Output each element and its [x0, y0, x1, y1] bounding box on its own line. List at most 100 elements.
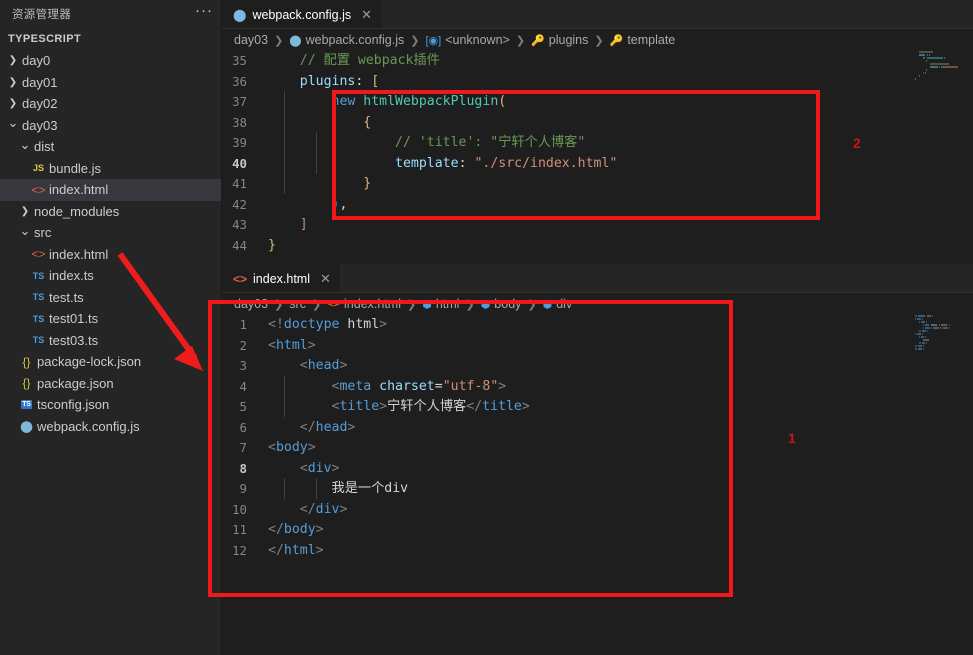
minimap-line	[911, 318, 973, 320]
code-line[interactable]: 42 ),	[222, 195, 973, 216]
code-line[interactable]: 3 <head>	[222, 356, 973, 377]
tree-item-node-modules[interactable]: ❯ node_modules	[0, 201, 221, 223]
code-token: >	[339, 358, 348, 373]
minimap-line	[911, 78, 973, 80]
code-token: <!	[268, 317, 284, 332]
minimap-line	[911, 324, 973, 326]
tree-item-index-html[interactable]: <> index.html	[0, 244, 221, 266]
code-line[interactable]: 2 <html>	[222, 336, 973, 357]
code-line[interactable]: 36 plugins: [	[222, 72, 973, 93]
workspace-section-title[interactable]: TYPESCRIPT	[0, 28, 221, 50]
minimap-segment	[924, 72, 926, 74]
code-line[interactable]: 1 <!doctype html>	[222, 315, 973, 336]
minimap-line	[911, 51, 973, 53]
code-line[interactable]: 37 new htmlWebpackPlugin(	[222, 91, 973, 113]
code-line[interactable]: 10 </div>	[222, 500, 973, 521]
tree-item-day03[interactable]: ⌄ day03	[0, 115, 221, 137]
breadcrumb-item[interactable]: day03	[234, 297, 268, 311]
breadcrumb-item[interactable]: ⬤ webpack.config.js	[289, 33, 404, 47]
breadcrumb-item[interactable]: 🔑 plugins	[531, 33, 588, 47]
breadcrumb-item[interactable]: [◉] <unknown>	[425, 33, 509, 47]
minimap-top[interactable]	[911, 51, 973, 261]
tree-item-dist[interactable]: ⌄ dist	[0, 136, 221, 158]
tree-item-test03-ts[interactable]: TS test03.ts	[0, 330, 221, 352]
tree-item-label: day02	[22, 96, 58, 112]
tree-item-index-ts[interactable]: TS index.ts	[0, 265, 221, 287]
code-line[interactable]: 35 // 配置 webpack插件	[222, 51, 973, 72]
breadcrumb-item[interactable]: <> index.html	[327, 297, 401, 311]
code-token: body	[275, 440, 308, 455]
code-line[interactable]: 6 </head>	[222, 418, 973, 439]
code-content-index-html[interactable]: 1 <!doctype html> 2 <html> 3 <head> 4 <meta c…	[222, 315, 973, 561]
breadcrumb-item[interactable]: src	[289, 297, 306, 311]
minimap-line	[911, 339, 973, 341]
code-token: ,	[339, 196, 348, 212]
close-icon[interactable]: ✕	[320, 271, 331, 287]
code-line[interactable]: 38 {	[222, 111, 973, 134]
tree-item-tsconfig-json[interactable]: TS tsconfig.json	[0, 394, 221, 416]
tree-item-src[interactable]: ⌄ src	[0, 222, 221, 244]
line-number: 43	[232, 217, 247, 232]
tab-index-html[interactable]: <> index.html ✕	[222, 264, 340, 293]
tree-item-index-html[interactable]: <> index.html	[0, 179, 221, 201]
more-actions-icon[interactable]: ···	[195, 3, 213, 21]
minimap-bottom[interactable]	[911, 315, 973, 615]
editor-bottom-code-region[interactable]: 1 <!doctype html> 2 <html> 3 <head> 4 <meta c…	[222, 315, 973, 655]
tree-item-label: day01	[22, 74, 58, 90]
ts-file-icon: TS	[32, 270, 45, 281]
close-icon[interactable]: ✕	[361, 7, 372, 23]
code-line[interactable]: 44}	[222, 236, 973, 257]
code-line[interactable]: 43 ]	[222, 215, 973, 236]
tree-item-test01-ts[interactable]: TS test01.ts	[0, 308, 221, 330]
code-token: </	[268, 542, 284, 558]
breadcrumb-item[interactable]: 🔑 template	[610, 33, 676, 47]
minimap-segment	[928, 54, 930, 56]
code-line[interactable]: 40 template: "./src/index.html"	[222, 152, 973, 175]
line-number: 42	[232, 196, 247, 212]
ts-file-icon: TS	[32, 292, 45, 303]
code-line[interactable]: 4 <meta charset="utf-8">	[222, 375, 973, 398]
tree-item-bundle-js[interactable]: JS bundle.js	[0, 158, 221, 180]
editor-top-code-region[interactable]: 35 // 配置 webpack插件 36 plugins: [37 new ht…	[222, 51, 973, 261]
code-line[interactable]: 8 <div>	[222, 459, 973, 480]
tab-webpack-config-js[interactable]: ⬤ webpack.config.js ✕	[222, 0, 382, 29]
minimap-segment	[918, 345, 922, 347]
code-line[interactable]: 5 <title>宁轩个人博客</title>	[222, 396, 973, 418]
code-line-text: plugins: [	[268, 72, 973, 93]
code-token: 我是一个div	[268, 481, 409, 496]
minimap-segment	[922, 318, 924, 320]
code-line[interactable]: 9 我是一个div	[222, 478, 973, 500]
symbol-tag-icon: ⬢	[480, 298, 491, 311]
code-line[interactable]: 11 </body>	[222, 520, 973, 541]
code-line[interactable]: 41 }	[222, 173, 973, 195]
minimap-segment	[940, 324, 948, 326]
tree-item-day02[interactable]: ❯ day02	[0, 93, 221, 115]
breadcrumb-label: template	[627, 33, 676, 47]
code-token: head	[315, 419, 348, 435]
tree-item-day01[interactable]: ❯ day01	[0, 72, 221, 94]
code-token: "./src/index.html"	[474, 155, 618, 171]
minimap-segment	[930, 66, 938, 68]
breadcrumb-item[interactable]: ⬢ div	[543, 297, 573, 311]
breadcrumb-item[interactable]: day03	[234, 33, 268, 47]
tree-item-day0[interactable]: ❯ day0	[0, 50, 221, 72]
tree-item-webpack-config-js[interactable]: ⬤ webpack.config.js	[0, 416, 221, 438]
minimap-segment	[915, 333, 916, 335]
minimap-line	[911, 342, 973, 344]
tree-item-test-ts[interactable]: TS test.ts	[0, 287, 221, 309]
tree-item-package-lock-json[interactable]: {} package-lock.json	[0, 351, 221, 373]
breadcrumb-item[interactable]: ⬢ html	[422, 297, 459, 311]
minimap-segment	[922, 57, 926, 59]
minimap-segment	[921, 342, 925, 344]
line-number: 38	[232, 114, 247, 130]
code-line[interactable]: 7 <body>	[222, 438, 973, 459]
js-file-icon: JS	[32, 163, 44, 174]
minimap-segment	[939, 327, 942, 329]
json-file-icon: {}	[22, 354, 31, 369]
editor-top-tabbar: ⬤ webpack.config.js ✕	[222, 0, 973, 29]
code-line[interactable]: 12 </html>	[222, 541, 973, 562]
code-content-webpack[interactable]: 35 // 配置 webpack插件 36 plugins: [37 new ht…	[222, 51, 973, 256]
tree-item-package-json[interactable]: {} package.json	[0, 373, 221, 395]
symbol-tag-icon: ⬢	[542, 298, 553, 311]
breadcrumb-item[interactable]: ⬢ body	[481, 297, 522, 311]
